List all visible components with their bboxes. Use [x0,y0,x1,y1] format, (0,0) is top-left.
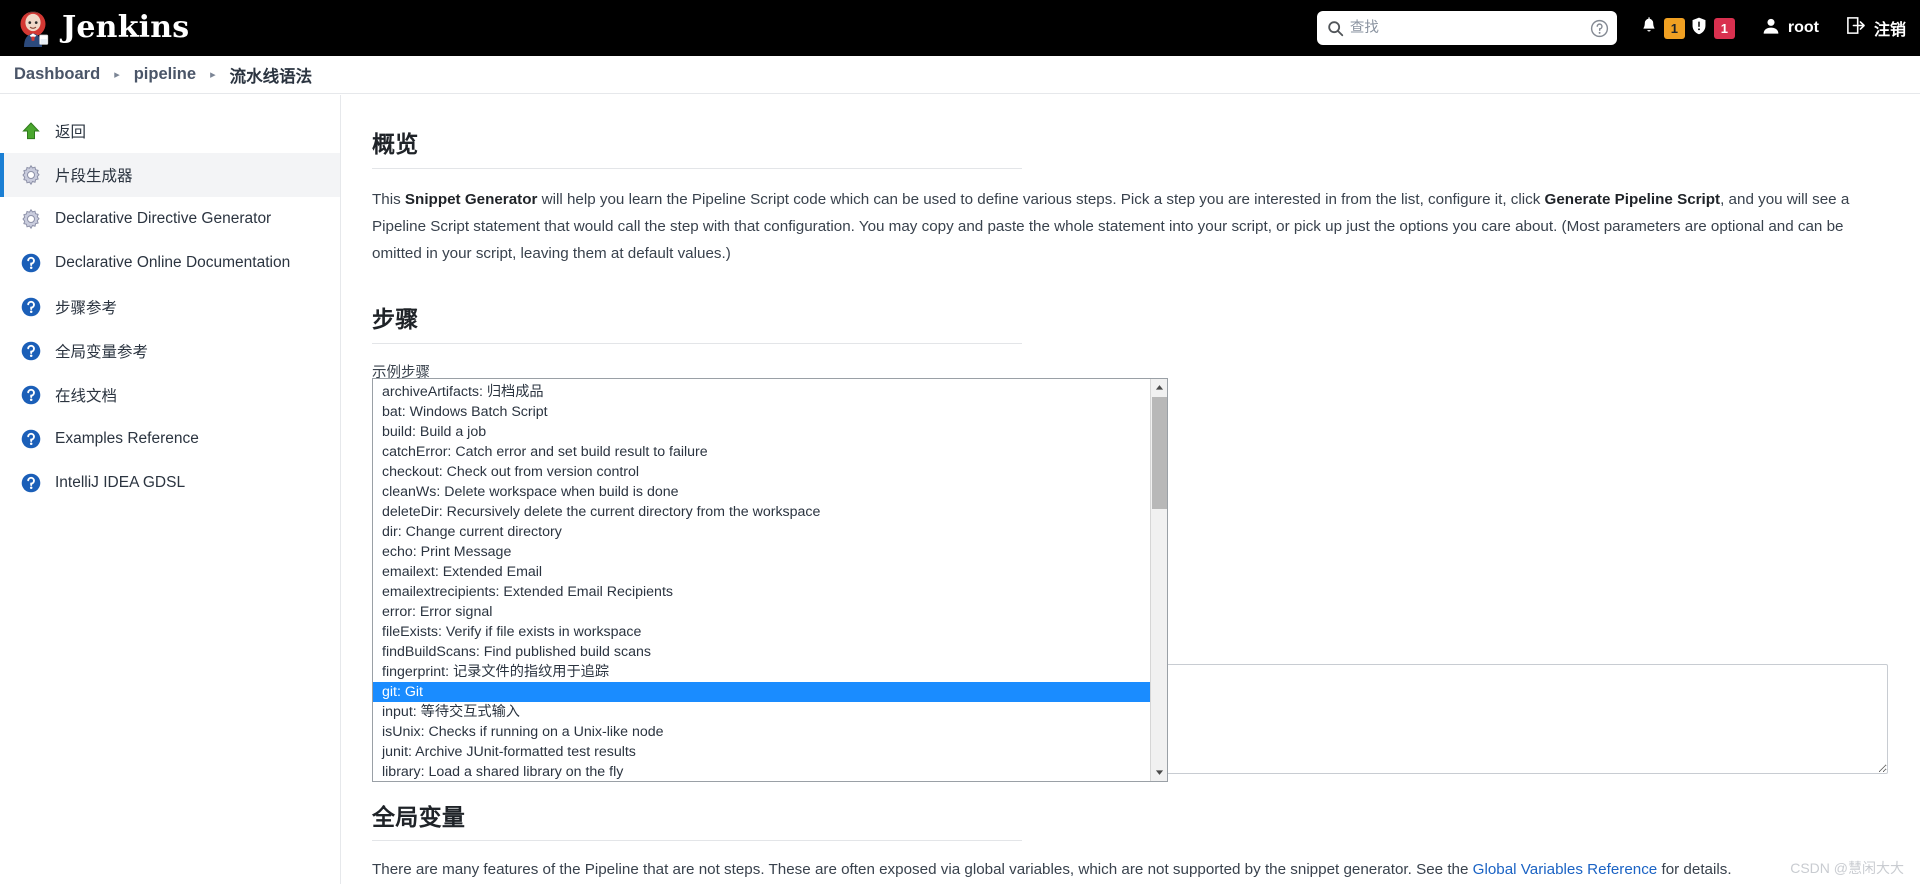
brand-title: Jenkins [62,10,190,45]
sidebar-item-label: 全局变量参考 [55,344,149,361]
dropdown-option[interactable]: fingerprint: 记录文件的指纹用于追踪 [373,662,1150,682]
logout-icon [1845,15,1866,41]
sidebar-item-snippet-generator[interactable]: 片段生成器 [0,153,340,197]
steps-heading: 步骤 [372,306,419,332]
sidebar-item-label: Declarative Directive Generator [55,210,272,227]
jenkins-butler-logo [14,9,52,47]
username-label: root [1787,19,1819,36]
dropdown-option[interactable]: cleanWs: Delete workspace when build is … [373,482,1150,502]
sidebar-item-label: IntelliJ IDEA GDSL [55,474,186,491]
dropdown-scrollbar[interactable] [1150,379,1167,781]
global-variables-reference-link[interactable]: Global Variables Reference [1473,861,1658,878]
dropdown-option[interactable]: error: Error signal [373,602,1150,622]
dropdown-option[interactable]: archiveArtifacts: 归档成品 [373,382,1150,402]
global-variables-text-1: There are many features of the Pipeline … [372,861,1473,878]
sidebar-item-label: Examples Reference [55,430,199,447]
sidebar-item-label: 返回 [55,124,87,141]
dropdown-option[interactable]: isUnix: Checks if running on a Unix-like… [373,722,1150,742]
help-circle-blue-icon [20,472,42,494]
breadcrumb-separator: ▸ [114,69,120,81]
dropdown-option[interactable]: library: Load a shared library on the fl… [373,762,1150,781]
breadcrumb-item-pipeline-syntax[interactable]: 流水线语法 [230,63,313,87]
help-circle-blue-icon [20,296,42,318]
gear-icon [20,164,42,186]
breadcrumb: Dashboard ▸ pipeline ▸ 流水线语法 [0,56,1920,94]
help-circle-blue-icon [20,340,42,362]
dropdown-option[interactable]: echo: Print Message [373,542,1150,562]
scroll-up-arrow-icon[interactable] [1151,379,1168,396]
overview-strong-2: Generate Pipeline Script [1544,191,1721,208]
sidebar-item-intellij-idea-gdsl[interactable]: IntelliJ IDEA GDSL [0,461,340,505]
global-variables-paragraph: There are many features of the Pipeline … [372,856,1887,883]
sidebar-item-global-variables-reference[interactable]: 全局变量参考 [0,329,340,373]
dropdown-option-selected[interactable]: git: Git [373,682,1150,702]
sidebar-item-online-documentation[interactable]: 在线文档 [0,373,340,417]
scroll-down-arrow-icon[interactable] [1151,764,1168,781]
security-warnings-button[interactable]: 1 [1689,0,1735,56]
overview-strong-1: Snippet Generator [404,191,538,208]
help-circle-blue-icon [20,384,42,406]
shield-warning-icon [1689,16,1709,41]
dropdown-option[interactable]: emailext: Extended Email [373,562,1150,582]
overview-heading: 概览 [372,131,419,157]
sidebar: 返回 片段生成器 Declarative Directive Generator [0,95,341,884]
search-input[interactable] [1343,13,1590,43]
overview-text-1: This [372,191,405,208]
search-icon [1327,20,1344,37]
help-circle-blue-icon [20,252,42,274]
sidebar-item-declarative-directive-generator[interactable]: Declarative Directive Generator [0,197,340,241]
dropdown-option-list: archiveArtifacts: 归档成品 bat: Windows Batc… [373,379,1150,781]
notifications-button[interactable]: 1 [1639,0,1685,56]
dropdown-option[interactable]: fileExists: Verify if file exists in wor… [373,622,1150,642]
logout-label: 注销 [1873,22,1906,39]
sidebar-item-back[interactable]: 返回 [0,109,340,153]
dropdown-option[interactable]: catchError: Catch error and set build re… [373,442,1150,462]
overview-text-2: will help you learn the Pipeline Script … [537,191,1545,208]
sidebar-item-label: 在线文档 [55,388,118,405]
dropdown-option[interactable]: junit: Archive JUnit-formatted test resu… [373,742,1150,762]
dropdown-option[interactable]: build: Build a job [373,422,1150,442]
overview-divider [372,168,1022,169]
global-variables-heading: 全局变量 [372,804,466,830]
global-variables-divider [372,840,1022,841]
sidebar-item-label: Declarative Online Documentation [55,254,291,271]
notifications-badge: 1 [1663,17,1685,39]
logout-button[interactable]: 注销 [1845,15,1906,41]
sidebar-item-label: 片段生成器 [55,168,133,185]
dropdown-option[interactable]: emailextrecipients: Extended Email Recip… [373,582,1150,602]
watermark: CSDN @慧闲大大 [1790,860,1904,876]
question-circle-icon[interactable] [1590,19,1609,38]
global-variables-text-2: for details. [1657,861,1732,878]
jenkins-home-link[interactable]: Jenkins [14,9,189,47]
search-box[interactable] [1316,11,1617,45]
overview-paragraph: This Snippet Generator will help you lea… [372,186,1872,267]
top-header-bar: Jenkins 查找 1 1 root 注销 [0,0,1920,56]
dropdown-option[interactable]: bat: Windows Batch Script [373,402,1150,422]
dropdown-option[interactable]: input: 等待交互式输入 [373,702,1150,722]
dropdown-scrollbar-thumb[interactable] [1152,397,1167,509]
up-arrow-green-icon [20,120,42,142]
sidebar-item-steps-reference[interactable]: 步骤参考 [0,285,340,329]
dropdown-option[interactable]: dir: Change current directory [373,522,1150,542]
person-icon [1761,16,1781,41]
sample-step-dropdown-listbox[interactable]: archiveArtifacts: 归档成品 bat: Windows Batc… [372,378,1168,782]
help-circle-blue-icon [20,428,42,450]
dropdown-option[interactable]: checkout: Check out from version control [373,462,1150,482]
global-variables-section: 全局变量 There are many features of the Pipe… [372,798,1892,883]
user-menu-button[interactable]: root [1761,16,1819,41]
dropdown-option[interactable]: findBuildScans: Find published build sca… [373,642,1150,662]
steps-divider [372,343,1022,344]
sidebar-item-examples-reference[interactable]: Examples Reference [0,417,340,461]
sidebar-item-declarative-online-documentation[interactable]: Declarative Online Documentation [0,241,340,285]
breadcrumb-item-pipeline[interactable]: pipeline [134,65,196,84]
breadcrumb-separator: ▸ [210,69,216,81]
breadcrumb-item-dashboard[interactable]: Dashboard [14,65,100,84]
dropdown-option[interactable]: deleteDir: Recursively delete the curren… [373,502,1150,522]
security-badge: 1 [1713,17,1735,39]
header-actions: 1 1 root [1316,0,1920,56]
gear-icon [20,208,42,230]
bell-icon [1639,16,1659,41]
sidebar-item-label: 步骤参考 [55,300,118,317]
